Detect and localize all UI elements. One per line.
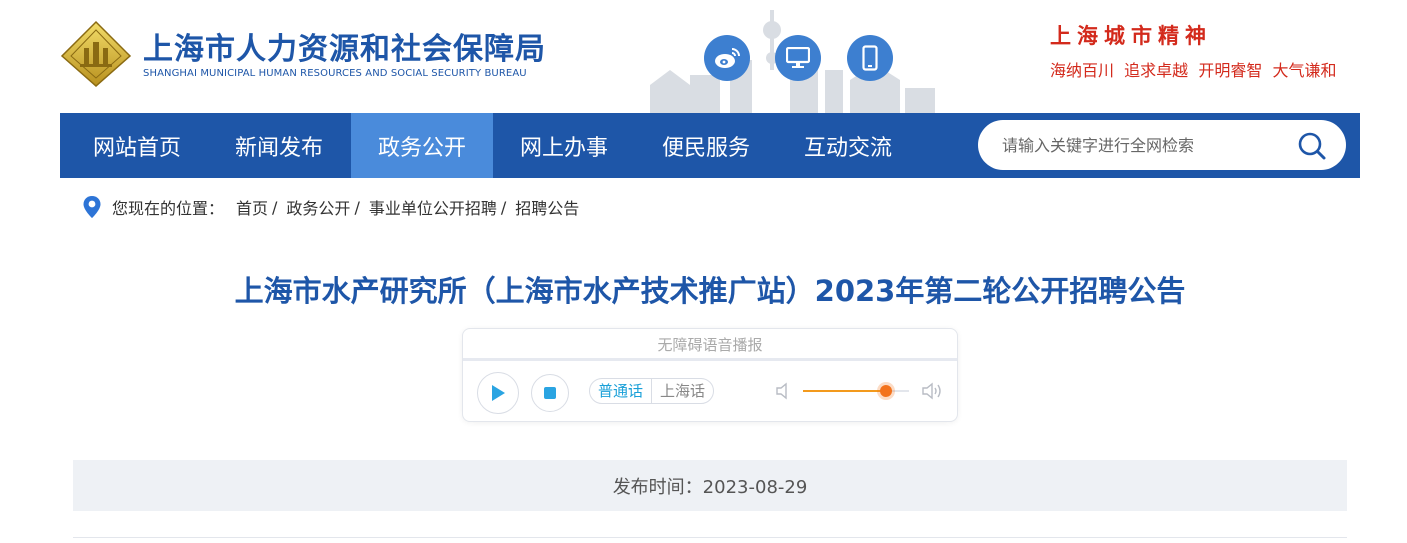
audio-player: 无障碍语音播报 普通话 上海话 (462, 328, 958, 422)
desktop-button[interactable] (775, 35, 821, 81)
search-icon[interactable] (1296, 130, 1328, 162)
site-header: 上海市人力资源和社会保障局 SHANGHAI MUNICIPAL HUMAN R… (0, 0, 1407, 113)
nav-item-home[interactable]: 网站首页 (66, 113, 208, 178)
breadcrumb-separator: / (500, 197, 507, 217)
volume-low-icon[interactable] (775, 382, 793, 400)
breadcrumb-public-recruitment[interactable]: 事业单位公开招聘 (369, 195, 497, 219)
breadcrumb-separator: / (354, 197, 360, 217)
volume-fill (803, 390, 886, 392)
desktop-icon (786, 47, 810, 68)
language-switch: 普通话 上海话 (589, 378, 715, 404)
search-input[interactable] (1002, 130, 1282, 160)
org-name-en: SHANGHAI MUNICIPAL HUMAN RESOURCES AND S… (143, 68, 527, 79)
weibo-button[interactable] (704, 35, 750, 81)
nav-item-news[interactable]: 新闻发布 (208, 113, 350, 178)
breadcrumb-label: 您现在的位置： (112, 199, 225, 218)
article-title: 上海市水产研究所（上海市水产技术推广站）2023年第二轮公开招聘公告 (234, 274, 1186, 308)
publish-time: 发布时间：2023-08-29 (612, 476, 808, 498)
breadcrumb: 您现在的位置： 首页 / 政务公开 / 事业单位公开招聘 / 招聘公告 (82, 195, 579, 219)
content-divider (73, 537, 1347, 538)
stop-icon (544, 387, 556, 399)
bureau-emblem-logo[interactable] (60, 20, 132, 88)
breadcrumb-separator: / (272, 197, 278, 217)
breadcrumb-home[interactable]: 首页 (236, 195, 268, 219)
nav-item-public-services[interactable]: 便民服务 (635, 113, 777, 178)
weibo-icon (715, 48, 740, 68)
volume-high-icon[interactable] (921, 381, 945, 401)
main-nav: 网站首页 新闻发布 政务公开 网上办事 便民服务 互动交流 (60, 113, 1360, 178)
search-box (978, 120, 1346, 170)
stop-button[interactable] (531, 374, 569, 412)
city-spirit-slogan: 海纳百川 追求卓越 开明睿智 大气谦和 (1050, 61, 1337, 80)
lang-mandarin[interactable]: 普通话 (590, 379, 651, 403)
lang-shanghainese[interactable]: 上海话 (652, 379, 713, 403)
play-icon (492, 385, 505, 401)
breadcrumb-government-affairs[interactable]: 政务公开 (286, 195, 350, 219)
breadcrumb-recruitment-notice[interactable]: 招聘公告 (515, 195, 579, 219)
org-name-cn: 上海市人力资源和社会保障局 (143, 32, 546, 67)
location-pin-icon (83, 196, 101, 218)
publish-info-bar: 发布时间：2023-08-29 (73, 460, 1347, 511)
play-button[interactable] (477, 372, 519, 414)
mobile-button[interactable] (847, 35, 893, 81)
nav-item-online-services[interactable]: 网上办事 (493, 113, 635, 178)
mobile-icon (862, 45, 878, 71)
volume-knob[interactable] (880, 385, 892, 397)
player-title: 无障碍语音播报 (463, 329, 957, 361)
volume-slider[interactable] (803, 385, 909, 397)
nav-item-interaction[interactable]: 互动交流 (777, 113, 919, 178)
city-spirit-title: 上海城市精神 (1050, 23, 1212, 48)
nav-item-government-affairs[interactable]: 政务公开 (351, 113, 493, 178)
